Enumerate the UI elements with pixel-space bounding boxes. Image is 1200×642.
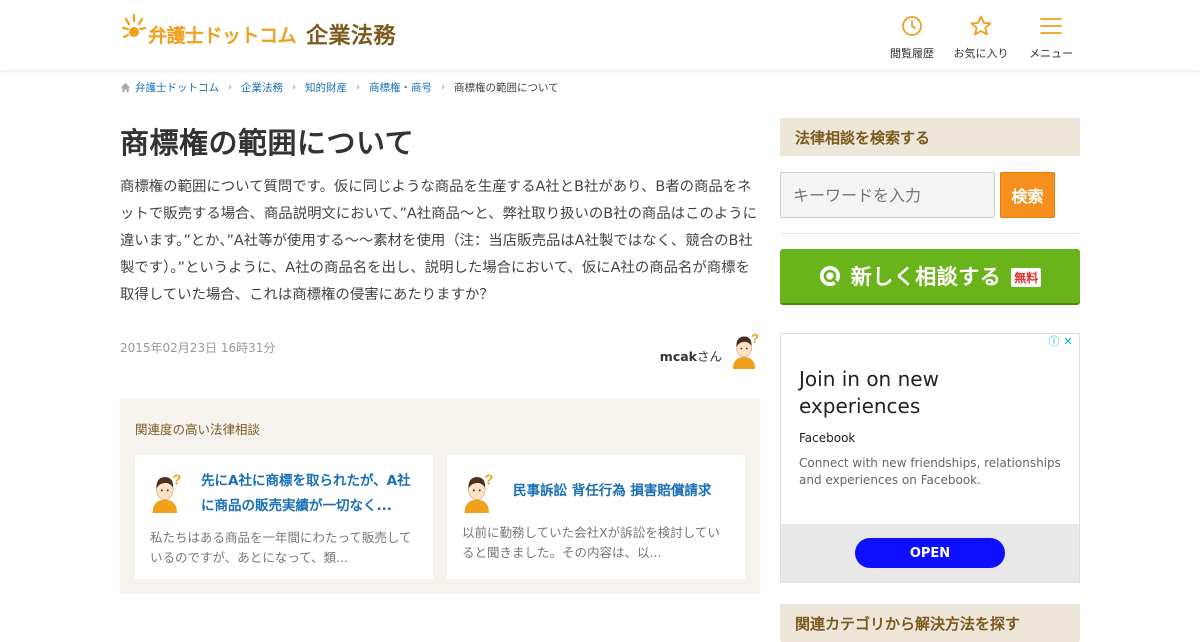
ad-title: Join in on new experiences	[799, 367, 939, 418]
sidebar-divider	[780, 233, 1080, 234]
author-suffix: さん	[696, 348, 722, 364]
ad-open-button[interactable]: OPEN	[855, 538, 1005, 568]
related-item[interactable]: ? 先にA社に商標を取られたが、A社に商品の販売実績が一切なく... 私たちはあ…	[135, 455, 433, 579]
ad-info-icon[interactable]: ⓘ	[1047, 334, 1061, 348]
author-name: mcak	[659, 348, 697, 364]
author-name-wrap: mcakさん	[660, 346, 722, 365]
star-icon	[970, 15, 992, 36]
breadcrumb-separator: ›	[441, 82, 445, 93]
site-logo[interactable]: 弁護士ドットコム 企業法務	[122, 12, 396, 56]
ad-choices: ⓘ ✕	[1047, 334, 1075, 349]
ad-brand: Facebook	[799, 431, 856, 445]
search-button[interactable]: 検索	[1000, 172, 1055, 218]
svg-text:?: ?	[173, 472, 182, 488]
avatar-question-icon: ?	[152, 472, 182, 513]
history-nav-label: 閲覧履歴	[890, 47, 934, 60]
related-item-desc: 以前に勤務していた会社Xが訴訟を検討していると聞きました。その内容は、以...	[462, 525, 720, 560]
logo-text: 弁護士ドットコム	[148, 24, 297, 47]
related-item-title[interactable]: 先にA社に商標を取られたが、A社に商品の販売実績が一切なく...	[201, 469, 416, 519]
advertisement[interactable]: ⓘ ✕ Join in on new experiences Facebook …	[780, 333, 1080, 583]
search-section-heading: 法律相談を検索する	[780, 118, 1080, 156]
avatar-question-icon: ?	[464, 472, 494, 513]
svg-text:?: ?	[751, 331, 759, 346]
new-consultation-label: 新しく相談する	[850, 265, 1002, 289]
favorites-nav[interactable]: お気に入り	[953, 14, 1009, 61]
logo-subtitle: 企業法務	[306, 24, 397, 49]
related-heading: 関連度の高い法律相談	[135, 422, 261, 437]
breadcrumb-link-home[interactable]: 弁護士ドットコム	[135, 80, 219, 95]
related-consultations: 関連度の高い法律相談 ? 先にA社に商標を取られたが、A社に商品の販売実績が一切…	[120, 399, 760, 594]
author-info: mcakさん ?	[660, 331, 762, 369]
svg-text:?: ?	[485, 472, 494, 488]
clock-icon	[902, 16, 922, 36]
free-badge: 無料	[1011, 268, 1042, 287]
ad-description: Connect with new friendships, relationsh…	[799, 456, 1061, 487]
menu-nav-label: メニュー	[1029, 47, 1073, 60]
breadcrumb-separator: ›	[356, 82, 360, 93]
ad-footer: OPEN	[781, 524, 1079, 583]
breadcrumb-current: 商標権の範囲について	[454, 82, 559, 94]
logo-sun-icon	[122, 13, 146, 39]
breadcrumb: 弁護士ドットコム › 企業法務 › 知的財産 › 商標権・商号 › 商標権の範囲…	[120, 80, 559, 95]
history-nav[interactable]: 閲覧履歴	[890, 14, 934, 61]
new-consultation-button[interactable]: 新しく相談する 無料	[780, 249, 1080, 303]
breadcrumb-separator: ›	[228, 82, 232, 93]
related-item[interactable]: ? 民事訴訟 背任行為 損害賠償請求 以前に勤務していた会社Xが訴訟を検討してい…	[447, 455, 745, 579]
related-item-title[interactable]: 民事訴訟 背任行為 損害賠償請求	[513, 479, 728, 504]
ad-close-icon[interactable]: ✕	[1061, 334, 1075, 348]
question-body: 商標権の範囲について質問です。仮に同じような商品を生産するA社とB社があり、B者…	[120, 179, 758, 303]
menu-nav[interactable]: メニュー	[1029, 14, 1073, 61]
category-heading-text: 関連カテゴリから解決方法を探す	[795, 615, 1021, 633]
avatar-question-icon: ?	[733, 331, 759, 369]
breadcrumb-link-ip[interactable]: 知的財産	[305, 80, 347, 95]
breadcrumb-link-trademark[interactable]: 商標権・商号	[369, 80, 432, 95]
category-section-heading: 関連カテゴリから解決方法を探す	[780, 604, 1080, 642]
home-icon	[120, 82, 131, 93]
breadcrumb-separator: ›	[292, 82, 296, 93]
search-heading-text: 法律相談を検索する	[795, 129, 931, 147]
page-title: 商標権の範囲について	[120, 126, 415, 160]
hamburger-menu-icon	[1040, 18, 1062, 34]
breadcrumb-link-corporate-law[interactable]: 企業法務	[241, 80, 283, 95]
keyword-search-input[interactable]	[780, 172, 995, 218]
post-date: 2015年02月23日 16時31分	[120, 341, 276, 355]
favorites-nav-label: お気に入り	[953, 47, 1009, 60]
related-item-desc: 私たちはある商品を一年間にわたって販売しているのですが、あとになって、類...	[150, 530, 412, 565]
site-header: 弁護士ドットコム 企業法務 閲覧履歴 お気に入り メニュー	[0, 0, 1200, 70]
speech-bubble-q-icon	[819, 266, 840, 286]
